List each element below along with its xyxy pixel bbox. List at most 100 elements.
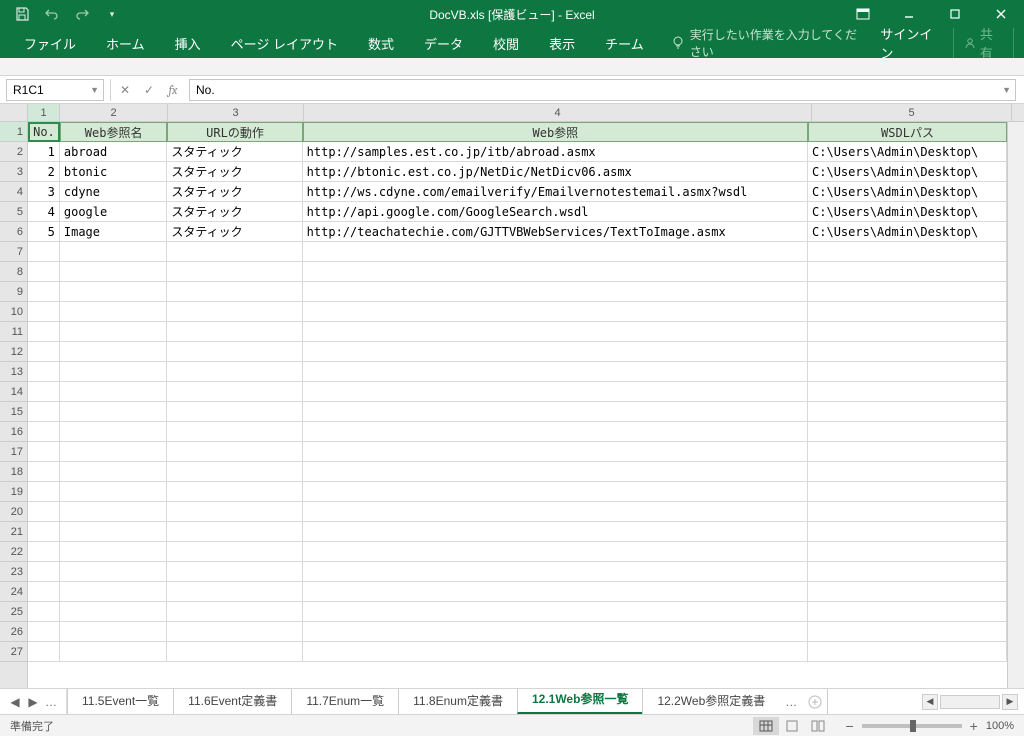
- row-header[interactable]: 7: [0, 242, 27, 262]
- cell[interactable]: [808, 582, 1007, 602]
- cell[interactable]: btonic: [60, 162, 167, 182]
- cell[interactable]: [60, 582, 167, 602]
- cell[interactable]: [60, 542, 167, 562]
- row-header[interactable]: 23: [0, 562, 27, 582]
- cell[interactable]: [808, 382, 1007, 402]
- column-header[interactable]: 1: [28, 104, 60, 121]
- row-header[interactable]: 11: [0, 322, 27, 342]
- cell[interactable]: [303, 442, 808, 462]
- cell[interactable]: [60, 462, 167, 482]
- cell[interactable]: [28, 442, 60, 462]
- column-header[interactable]: 5: [812, 104, 1012, 121]
- cell[interactable]: [28, 582, 60, 602]
- cell[interactable]: [28, 622, 60, 642]
- cell[interactable]: [28, 382, 60, 402]
- sheet-tab[interactable]: 12.2Web参照定義書: [642, 689, 779, 714]
- row-header[interactable]: 1: [0, 122, 27, 142]
- cell[interactable]: [28, 422, 60, 442]
- cell[interactable]: [60, 242, 167, 262]
- row-header[interactable]: 14: [0, 382, 27, 402]
- row-header[interactable]: 15: [0, 402, 27, 422]
- cell[interactable]: C:\Users\Admin\Desktop\: [808, 142, 1007, 162]
- cell[interactable]: cdyne: [60, 182, 167, 202]
- cell[interactable]: 4: [28, 202, 60, 222]
- cell[interactable]: [167, 242, 302, 262]
- cell[interactable]: 5: [28, 222, 60, 242]
- cell[interactable]: C:\Users\Admin\Desktop\: [808, 182, 1007, 202]
- cell[interactable]: [808, 442, 1007, 462]
- cell[interactable]: C:\Users\Admin\Desktop\: [808, 222, 1007, 242]
- row-header[interactable]: 5: [0, 202, 27, 222]
- cell[interactable]: abroad: [60, 142, 167, 162]
- cell[interactable]: スタティック: [167, 182, 302, 202]
- cell[interactable]: [167, 642, 302, 662]
- cell[interactable]: [28, 302, 60, 322]
- cell[interactable]: [60, 642, 167, 662]
- row-header[interactable]: 20: [0, 502, 27, 522]
- sheet-nav-more[interactable]: …: [44, 695, 58, 709]
- cell[interactable]: [28, 522, 60, 542]
- column-header[interactable]: 2: [60, 104, 168, 121]
- sheet-nav-prev[interactable]: ◀: [8, 695, 22, 709]
- row-header[interactable]: 26: [0, 622, 27, 642]
- row-header[interactable]: 4: [0, 182, 27, 202]
- sheet-tab[interactable]: 11.8Enum定義書: [398, 689, 518, 714]
- cell[interactable]: [28, 262, 60, 282]
- row-header[interactable]: 8: [0, 262, 27, 282]
- row-header[interactable]: 22: [0, 542, 27, 562]
- cell[interactable]: [808, 622, 1007, 642]
- cell[interactable]: [28, 642, 60, 662]
- tell-me-search[interactable]: 実行したい作業を入力してください: [660, 26, 867, 60]
- cancel-formula-button[interactable]: ✕: [113, 79, 137, 101]
- tab-view[interactable]: 表示: [535, 28, 589, 59]
- cell[interactable]: [167, 522, 302, 542]
- cell[interactable]: [167, 282, 302, 302]
- cell[interactable]: [167, 382, 302, 402]
- cell[interactable]: [167, 422, 302, 442]
- cell[interactable]: No.: [28, 122, 60, 142]
- cell[interactable]: [303, 422, 808, 442]
- sheet-nav-next[interactable]: ▶: [26, 695, 40, 709]
- cell[interactable]: [303, 642, 808, 662]
- cell[interactable]: [167, 462, 302, 482]
- cell[interactable]: http://samples.est.co.jp/itb/abroad.asmx: [303, 142, 808, 162]
- row-header[interactable]: 2: [0, 142, 27, 162]
- cell[interactable]: http://ws.cdyne.com/emailverify/Emailver…: [303, 182, 808, 202]
- row-header[interactable]: 13: [0, 362, 27, 382]
- cell[interactable]: [808, 462, 1007, 482]
- cell[interactable]: [60, 362, 167, 382]
- minimize-button[interactable]: [886, 0, 932, 28]
- cell[interactable]: [28, 602, 60, 622]
- select-all-corner[interactable]: [0, 104, 28, 122]
- cell[interactable]: [808, 482, 1007, 502]
- cell[interactable]: [303, 242, 808, 262]
- scroll-right-button[interactable]: ▶: [1002, 694, 1018, 710]
- zoom-slider[interactable]: [862, 724, 962, 728]
- tab-insert[interactable]: 挿入: [161, 28, 215, 59]
- cell[interactable]: [60, 442, 167, 462]
- cell[interactable]: [303, 582, 808, 602]
- redo-button[interactable]: [70, 2, 94, 26]
- tab-review[interactable]: 校閲: [479, 28, 533, 59]
- cell[interactable]: [303, 262, 808, 282]
- cell[interactable]: [303, 482, 808, 502]
- zoom-in-button[interactable]: +: [970, 718, 978, 734]
- cell[interactable]: [167, 402, 302, 422]
- cell[interactable]: [167, 322, 302, 342]
- cell[interactable]: [303, 502, 808, 522]
- tab-formulas[interactable]: 数式: [354, 28, 408, 59]
- cell[interactable]: http://api.google.com/GoogleSearch.wsdl: [303, 202, 808, 222]
- cell[interactable]: google: [60, 202, 167, 222]
- cell[interactable]: [60, 522, 167, 542]
- cell[interactable]: [60, 302, 167, 322]
- cell[interactable]: [60, 422, 167, 442]
- save-button[interactable]: [10, 2, 34, 26]
- row-header[interactable]: 9: [0, 282, 27, 302]
- cell[interactable]: [167, 562, 302, 582]
- cell[interactable]: [167, 302, 302, 322]
- cell[interactable]: WSDLパス: [808, 122, 1007, 142]
- cell[interactable]: [60, 322, 167, 342]
- cell[interactable]: http://btonic.est.co.jp/NetDic/NetDicv06…: [303, 162, 808, 182]
- cell[interactable]: C:\Users\Admin\Desktop\: [808, 162, 1007, 182]
- row-header[interactable]: 25: [0, 602, 27, 622]
